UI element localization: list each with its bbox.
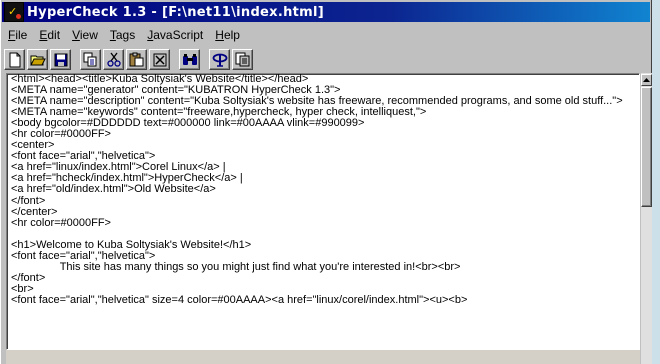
status-area xyxy=(6,350,640,364)
copy-button[interactable] xyxy=(80,49,101,70)
cut-button[interactable] xyxy=(103,49,124,70)
source-line xyxy=(11,229,637,240)
app-window: ✓ HyperCheck 1.3 - [F:\net11\index.html]… xyxy=(0,0,652,364)
hypercheck-app-icon[interactable]: ✓ xyxy=(4,2,24,22)
find-binoculars-icon xyxy=(182,53,197,65)
menu-tags[interactable]: Tags xyxy=(104,27,141,43)
open-folder-icon xyxy=(29,55,46,65)
find-button[interactable] xyxy=(179,49,200,70)
menu-javascript[interactable]: JavaScript xyxy=(141,27,209,43)
window-title: HyperCheck 1.3 - [F:\net11\index.html] xyxy=(27,4,325,20)
new-file-icon xyxy=(9,52,20,67)
source-line: <font face="arial","helvetica" size=4 co… xyxy=(11,294,468,306)
menu-edit[interactable]: Edit xyxy=(33,27,66,43)
menu-file[interactable]: File xyxy=(2,27,33,43)
source-line: <a href="hcheck/index.html">HyperCheck</… xyxy=(11,173,243,185)
source-line: <META name="keywords" content="freeware,… xyxy=(11,107,427,119)
source-line: </font> xyxy=(11,272,46,284)
source-line: <META name="generator" content="KUBATRON… xyxy=(11,85,341,97)
preview-button[interactable] xyxy=(232,49,253,70)
check-links-icon xyxy=(212,53,227,67)
source-line: <hr color=#0000FF> xyxy=(11,129,111,141)
open-file-button[interactable] xyxy=(27,49,48,70)
toolbar xyxy=(4,47,255,72)
source-line: <hr color=#0000FF> xyxy=(11,217,111,229)
source-line: <a href="old/index.html">Old Website</a> xyxy=(11,184,216,196)
source-line: <center> xyxy=(11,140,55,152)
vertical-scrollbar[interactable] xyxy=(640,73,652,364)
save-disk-icon xyxy=(54,53,67,66)
menu-help[interactable]: Help xyxy=(209,27,246,43)
scroll-up-button[interactable] xyxy=(641,74,652,86)
source-line: <body bgcolor=#DDDDDD text=#000000 link=… xyxy=(11,118,365,130)
new-file-button[interactable] xyxy=(4,49,25,70)
delete-button[interactable] xyxy=(149,49,170,70)
title-bar[interactable]: ✓ HyperCheck 1.3 - [F:\net11\index.html] xyxy=(2,2,650,22)
scrollbar-thumb[interactable] xyxy=(641,87,652,207)
delete-icon xyxy=(153,53,166,66)
source-line: </center> xyxy=(11,206,58,218)
save-file-button[interactable] xyxy=(50,49,71,70)
copy-icon xyxy=(83,52,97,67)
cut-scissors-icon xyxy=(106,52,121,67)
source-line: <h1>Welcome to Kuba Soltysiak's Website!… xyxy=(11,239,252,251)
source-line: This site has many things so you might j… xyxy=(11,261,461,273)
source-line: <font face="arial","helvetica"> xyxy=(11,151,156,163)
source-line: <META name="description" content="Kuba S… xyxy=(11,96,623,108)
source-line: </font> xyxy=(11,195,46,207)
source-line: <a href="linux/index.html">Corel Linux</… xyxy=(11,162,226,174)
menu-bar: File Edit View Tags JavaScript Help xyxy=(2,25,650,44)
scroll-up-arrow-icon xyxy=(643,78,650,82)
paste-clipboard-icon xyxy=(129,52,144,67)
check-links-button[interactable] xyxy=(209,49,230,70)
source-line: <html><head><title>Kuba Soltysiak's Webs… xyxy=(11,74,309,85)
html-source-editor[interactable]: <html><head><title>Kuba Soltysiak's Webs… xyxy=(6,73,640,350)
source-text: <html><head><title>Kuba Soltysiak's Webs… xyxy=(11,74,637,306)
preview-icon xyxy=(235,52,250,67)
paste-button[interactable] xyxy=(126,49,147,70)
menu-view[interactable]: View xyxy=(66,27,104,43)
source-line: <br> xyxy=(11,283,34,295)
source-line: <font face="arial","helvetica"> xyxy=(11,250,156,262)
